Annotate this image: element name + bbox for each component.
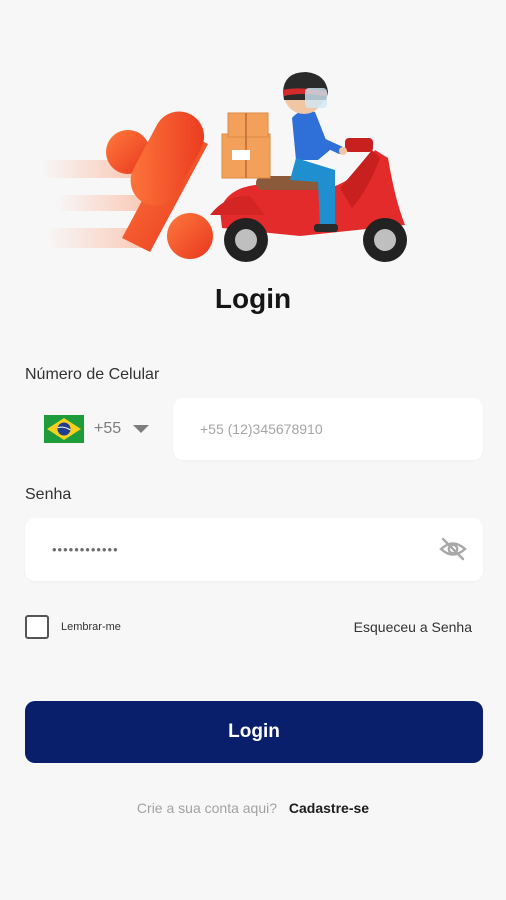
country-code-label: +55	[94, 420, 122, 437]
phone-input-container	[173, 398, 483, 460]
phone-label: Número de Celular	[25, 366, 160, 383]
page-title: Login	[214, 283, 292, 314]
phone-row: +55	[25, 398, 483, 460]
password-label: Senha	[25, 486, 72, 503]
login-button[interactable]: Login	[25, 701, 483, 763]
remember-me-checkbox[interactable]	[25, 615, 49, 639]
remember-me-label: Lembrar-me	[61, 621, 121, 633]
password-input-container	[25, 518, 483, 581]
country-code-selector[interactable]: +55	[25, 398, 165, 460]
brazil-flag-icon	[44, 415, 84, 443]
package-boxes-illustration	[221, 112, 271, 179]
forgot-password-link[interactable]: Esqueceu a Senha	[354, 619, 472, 635]
signup-prompt: Crie a sua conta aqui? Cadastre-se	[0, 800, 506, 816]
speed-trail	[55, 195, 150, 211]
phone-input[interactable]	[173, 398, 483, 460]
chevron-down-icon	[133, 425, 150, 433]
eye-off-icon[interactable]	[439, 537, 467, 561]
password-input[interactable]	[25, 518, 483, 581]
delivery-hero-illustration	[40, 72, 407, 262]
signup-question: Crie a sua conta aqui?	[136, 800, 278, 816]
signup-link[interactable]: Cadastre-se	[289, 800, 369, 816]
remember-me-option[interactable]: Lembrar-me	[25, 615, 121, 639]
